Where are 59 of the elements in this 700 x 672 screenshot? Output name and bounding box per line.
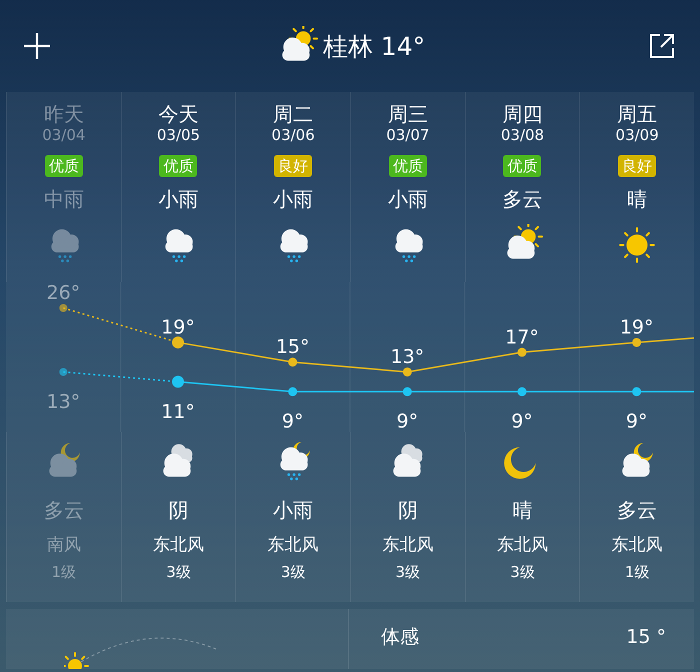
air-quality-badge: 优质 bbox=[44, 155, 83, 177]
weather-condition: 晴 bbox=[627, 187, 648, 211]
wind-level: 3级 bbox=[396, 562, 420, 582]
add-icon[interactable] bbox=[22, 31, 52, 61]
air-quality-badge: 良好 bbox=[618, 155, 656, 177]
weather-condition: 晴 bbox=[512, 498, 532, 522]
air-quality-badge: 优质 bbox=[159, 155, 198, 177]
day-name: 周二 bbox=[273, 102, 314, 126]
weather-condition: 多云 bbox=[502, 187, 542, 211]
wind-direction: 东北风 bbox=[612, 534, 663, 556]
date-label: 03/07 bbox=[386, 126, 430, 144]
wind-level: 3级 bbox=[510, 562, 535, 582]
day-name: 周五 bbox=[617, 102, 658, 126]
city-title: 桂林 14° bbox=[322, 30, 426, 62]
air-quality-badge: 优质 bbox=[388, 155, 427, 177]
wind-direction: 东北风 bbox=[382, 534, 434, 556]
weather-condition: 多云 bbox=[44, 498, 84, 522]
temperature-label: 15° bbox=[276, 336, 310, 358]
temperature-label: 19° bbox=[161, 316, 195, 338]
wind-direction: 南风 bbox=[46, 534, 81, 556]
weather-condition: 中雨 bbox=[44, 187, 84, 211]
temperature-label: 17° bbox=[505, 326, 539, 348]
day-name: 今天 bbox=[158, 102, 198, 126]
wind-level: 1级 bbox=[624, 562, 650, 582]
temperature-label: 9° bbox=[626, 410, 648, 432]
wind-level: 3级 bbox=[280, 562, 306, 582]
temperature-label: 11° bbox=[161, 400, 195, 423]
temperature-label: 13° bbox=[390, 346, 424, 368]
weather-condition: 小雨 bbox=[158, 187, 198, 211]
weather-condition: 小雨 bbox=[273, 187, 314, 211]
weather-condition: 多云 bbox=[617, 498, 658, 522]
date-label: 03/06 bbox=[272, 126, 315, 144]
temperature-label: 19° bbox=[620, 316, 654, 338]
feels-like-label: 体感 bbox=[381, 625, 419, 649]
temperature-label: 9° bbox=[511, 410, 533, 432]
wind-direction: 东北风 bbox=[496, 534, 548, 556]
weather-condition: 小雨 bbox=[388, 187, 428, 211]
weather-condition: 阴 bbox=[168, 498, 188, 522]
wind-direction: 东北风 bbox=[268, 534, 319, 556]
temperature-label: 9° bbox=[396, 410, 418, 432]
temperature-label: 13° bbox=[46, 390, 80, 413]
date-label: 03/09 bbox=[616, 126, 659, 144]
weather-condition: 阴 bbox=[398, 498, 418, 522]
date-label: 03/05 bbox=[156, 126, 200, 144]
day-name: 周四 bbox=[502, 102, 542, 126]
day-name: 周三 bbox=[388, 102, 428, 126]
air-quality-badge: 良好 bbox=[274, 155, 312, 177]
temperature-label: 26° bbox=[46, 282, 80, 304]
wind-direction: 东北风 bbox=[152, 534, 204, 556]
feels-like-value: 15 ° bbox=[626, 625, 666, 649]
air-quality-badge: 优质 bbox=[503, 155, 542, 177]
date-label: 03/04 bbox=[42, 126, 86, 144]
share-icon[interactable] bbox=[648, 32, 676, 60]
weather-condition: 小雨 bbox=[273, 498, 314, 522]
day-name: 昨天 bbox=[44, 102, 84, 126]
temperature-label: 9° bbox=[282, 410, 304, 432]
date-label: 03/08 bbox=[500, 126, 544, 144]
wind-level: 1级 bbox=[52, 562, 76, 582]
wind-level: 3级 bbox=[166, 562, 191, 582]
